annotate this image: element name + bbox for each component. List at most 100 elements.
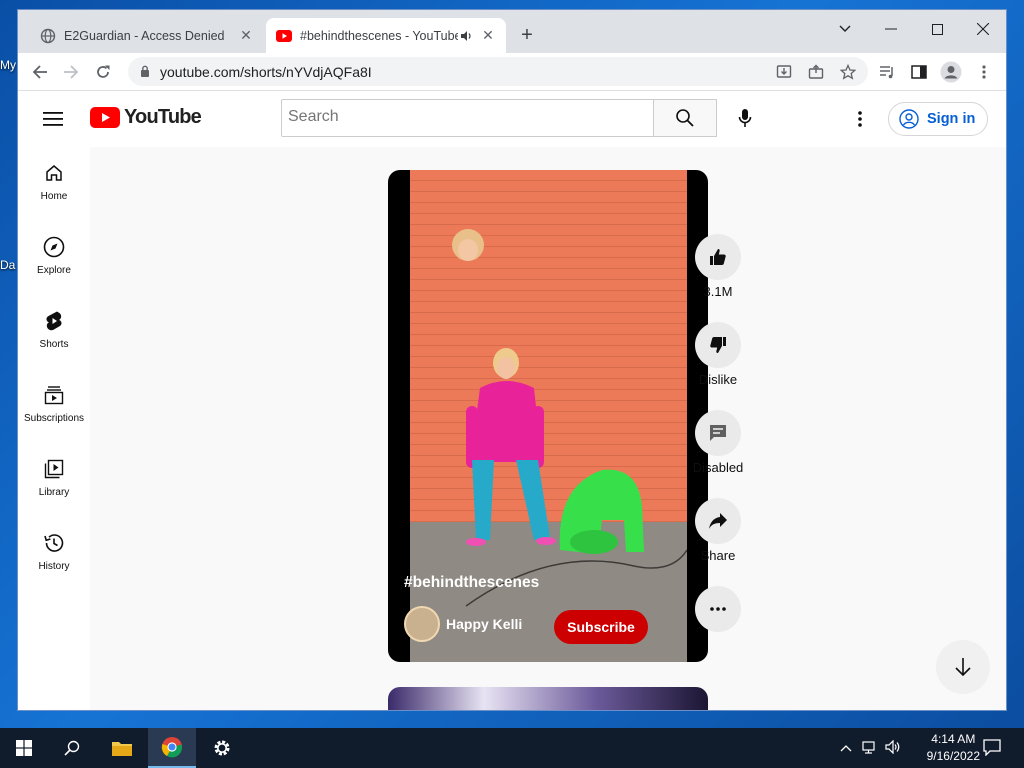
channel-avatar[interactable]: [404, 606, 440, 642]
bookmark-star-icon[interactable]: [835, 59, 861, 85]
mini-guide: Home Explore Shorts Subscriptions Librar…: [18, 147, 90, 710]
dislike-button[interactable]: Dislike: [694, 322, 742, 387]
next-video-button[interactable]: [936, 640, 990, 694]
guide-item-shorts[interactable]: Shorts: [18, 295, 90, 365]
like-icon: [695, 234, 741, 280]
library-icon: [42, 457, 66, 481]
like-count: 3.1M: [703, 284, 733, 299]
guide-item-library[interactable]: Library: [18, 443, 90, 513]
lock-icon[interactable]: [140, 65, 150, 81]
yt-masthead: YouTube Sign in: [18, 91, 1006, 147]
compass-icon: [42, 235, 66, 259]
speaker-icon[interactable]: [458, 28, 474, 44]
guide-label: Shorts: [39, 339, 69, 350]
tab-youtube[interactable]: #behindthescenes - YouTube ✕: [266, 18, 506, 53]
share-button[interactable]: Share: [694, 498, 742, 563]
like-button[interactable]: 3.1M: [694, 234, 742, 299]
gear-icon: [214, 740, 230, 756]
subscriptions-icon: [42, 383, 66, 407]
share-icon: [695, 498, 741, 544]
more-actions-button[interactable]: [694, 586, 742, 632]
search-box[interactable]: [281, 99, 653, 137]
guide-menu-icon[interactable]: [38, 105, 68, 133]
channel-name[interactable]: Happy Kelli: [446, 616, 522, 632]
media-control-icon[interactable]: [874, 59, 900, 85]
browser-toolbar: youtube.com/shorts/nYVdjAQFa8I: [18, 53, 1006, 91]
guide-label: History: [38, 561, 70, 572]
more-icon: [695, 586, 741, 632]
youtube-page: YouTube Sign in Home: [18, 91, 1006, 710]
tab-e2guardian[interactable]: E2Guardian - Access Denied ✕: [30, 18, 264, 53]
address-bar[interactable]: youtube.com/shorts/nYVdjAQFa8I: [128, 57, 868, 86]
short-title[interactable]: #behindthescenes: [404, 574, 539, 592]
next-short-preview[interactable]: [388, 687, 708, 710]
forward-icon[interactable]: [58, 59, 84, 85]
windows-logo-icon: [16, 740, 32, 756]
share-label: Share: [700, 548, 736, 563]
chrome-taskbar-button[interactable]: [148, 728, 196, 768]
folder-icon: [112, 742, 132, 756]
shorts-player[interactable]: #behindthescenes Happy Kelli Subscribe: [388, 170, 708, 662]
profile-avatar-icon[interactable]: [938, 59, 964, 85]
guide-label: Subscriptions: [23, 413, 85, 424]
guide-label: Explore: [37, 265, 71, 276]
guide-item-subscriptions[interactable]: Subscriptions: [18, 369, 90, 439]
browser-menu-icon[interactable]: [971, 59, 997, 85]
start-button[interactable]: [0, 728, 48, 768]
microphone-icon: [738, 109, 752, 127]
reload-icon[interactable]: [90, 59, 116, 85]
file-explorer-button[interactable]: [98, 728, 146, 768]
youtube-logo[interactable]: YouTube: [90, 106, 202, 129]
clock-date: 9/16/2022: [926, 749, 980, 763]
desktop-icon-label[interactable]: Da: [0, 258, 15, 272]
search-button[interactable]: [653, 99, 717, 137]
tab-strip: E2Guardian - Access Denied ✕ #behindthes…: [18, 10, 1006, 53]
comments-label: Disabled: [692, 460, 744, 475]
new-tab-button[interactable]: +: [516, 24, 538, 46]
sign-in-button[interactable]: Sign in: [888, 102, 988, 136]
network-icon[interactable]: [862, 740, 878, 757]
minimize-button[interactable]: [868, 14, 914, 44]
close-tab-icon[interactable]: ✕: [480, 27, 496, 44]
globe-icon: [40, 28, 56, 44]
clock-time: 4:14 AM: [931, 732, 976, 746]
shorts-icon: [42, 309, 66, 333]
side-panel-icon[interactable]: [906, 59, 932, 85]
search-input[interactable]: [282, 100, 634, 134]
guide-label: Home: [40, 191, 68, 202]
notification-icon[interactable]: [983, 739, 1001, 759]
sign-in-label: Sign in: [927, 111, 976, 127]
shorts-feed: #behindthescenes Happy Kelli Subscribe 3…: [90, 147, 1006, 710]
install-app-icon[interactable]: [771, 59, 797, 85]
back-icon[interactable]: [27, 59, 53, 85]
guide-label: Library: [38, 487, 70, 498]
comments-button[interactable]: Disabled: [692, 410, 744, 475]
logo-text: YouTube: [124, 106, 202, 128]
tab-search-icon[interactable]: [822, 14, 868, 44]
settings-menu-icon[interactable]: [846, 105, 874, 133]
search-taskbar-button[interactable]: [48, 728, 96, 768]
arrow-down-icon: [955, 658, 971, 677]
url-text: youtube.com/shorts/nYVdjAQFa8I: [160, 64, 372, 80]
guide-item-home[interactable]: Home: [18, 147, 90, 217]
tab-title: #behindthescenes - YouTube: [300, 28, 458, 43]
settings-taskbar-button[interactable]: [198, 728, 246, 768]
guide-item-explore[interactable]: Explore: [18, 221, 90, 291]
close-window-button[interactable]: [960, 14, 1006, 44]
chrome-icon: [161, 737, 183, 758]
channel-info[interactable]: Happy Kelli: [404, 606, 522, 642]
youtube-icon: [276, 28, 292, 44]
guide-item-history[interactable]: History: [18, 517, 90, 587]
tab-title: E2Guardian - Access Denied: [64, 28, 225, 43]
browser-window: E2Guardian - Access Denied ✕ #behindthes…: [18, 10, 1006, 710]
close-tab-icon[interactable]: ✕: [238, 27, 254, 44]
maximize-button[interactable]: [914, 14, 960, 44]
share-page-icon[interactable]: [803, 59, 829, 85]
windows-taskbar: 4:14 AM 9/16/2022: [0, 728, 1024, 768]
chevron-up-icon[interactable]: [840, 740, 852, 755]
volume-icon[interactable]: [885, 739, 901, 757]
voice-search-button[interactable]: [730, 103, 760, 133]
subscribe-button[interactable]: Subscribe: [554, 610, 648, 644]
system-clock[interactable]: 4:14 AM 9/16/2022: [927, 731, 980, 765]
desktop-icon-label[interactable]: My: [0, 58, 16, 72]
